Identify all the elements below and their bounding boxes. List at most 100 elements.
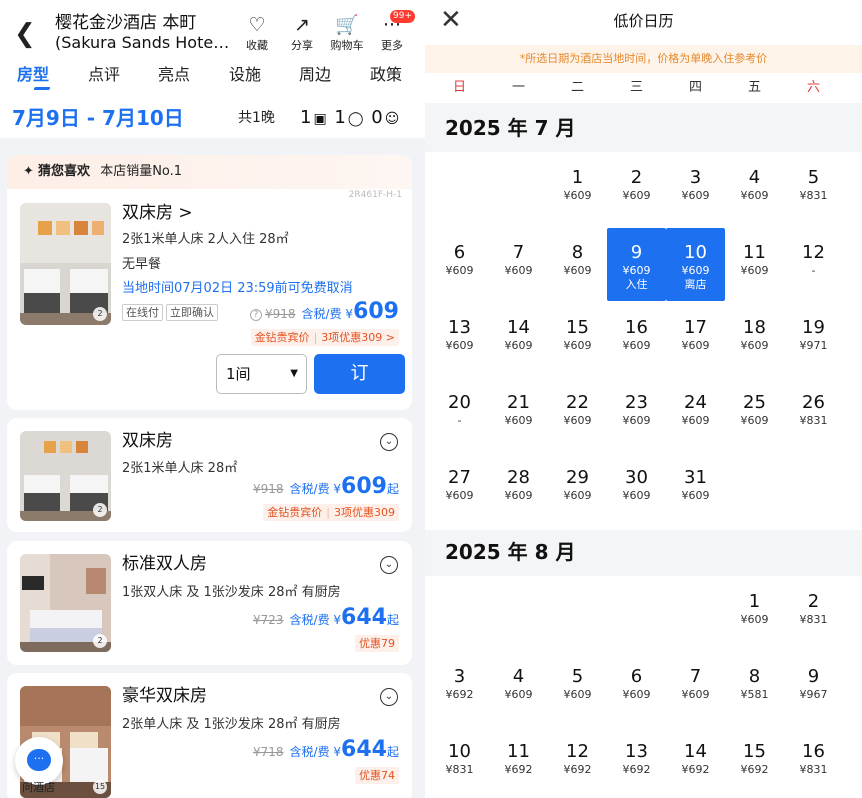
- favorite-button[interactable]: ♡ 收藏: [239, 14, 275, 54]
- discount-info[interactable]: 优惠79: [355, 635, 399, 652]
- tab-facilities[interactable]: 设施: [229, 64, 261, 86]
- calendar-day[interactable]: 4 ¥609: [489, 652, 548, 725]
- room-price: ¥718 含税/费 ¥644起: [253, 737, 399, 762]
- tab-reviews[interactable]: 点评: [88, 64, 120, 86]
- chevron-down-icon[interactable]: ⌄: [380, 433, 398, 451]
- calendar-day-selected[interactable]: 9 ¥609 入住: [607, 228, 666, 301]
- calendar-day[interactable]: 4 ¥609: [725, 153, 784, 226]
- calendar-day[interactable]: 26 ¥831: [784, 378, 843, 451]
- calendar-day[interactable]: 17 ¥609: [666, 303, 725, 376]
- calendar-day[interactable]: 10 ¥831: [430, 727, 489, 798]
- calendar-day[interactable]: 6 ¥609: [430, 228, 489, 301]
- hotel-name: 樱花金沙酒店 本町: [55, 13, 197, 33]
- cart-button[interactable]: 🛒 购物车: [329, 14, 365, 54]
- calendar-day[interactable]: 1 ¥609: [548, 153, 607, 226]
- day-number: 7: [689, 666, 702, 687]
- adult-count: 1: [334, 107, 346, 128]
- calendar-day[interactable]: 18 ¥609: [725, 303, 784, 376]
- stay-dates[interactable]: 7月9日 - 7月10日: [12, 104, 184, 132]
- promo-label[interactable]: 金钻贵宾价 | 3项优惠309: [263, 504, 399, 521]
- calendar-day[interactable]: 16 ¥831: [784, 727, 843, 798]
- ask-hotel-label: 问酒店: [22, 781, 55, 794]
- day-tag: 离店: [684, 278, 707, 291]
- day-number: 14: [507, 317, 530, 338]
- calendar-day[interactable]: 20-: [430, 378, 489, 451]
- book-button[interactable]: 订: [314, 354, 405, 394]
- room-name[interactable]: 标准双人房: [122, 553, 207, 575]
- tab-rooms[interactable]: 房型: [17, 64, 49, 86]
- calendar-day[interactable]: 3 ¥609: [666, 153, 725, 226]
- calendar-day[interactable]: 12-: [784, 228, 843, 301]
- calendar-day[interactable]: 1 ¥609: [725, 577, 784, 650]
- tab-policies[interactable]: 政策: [370, 64, 402, 86]
- room-card[interactable]: 2 双床房 ⌄ 2张1米单人床 28㎡ ¥918 含税/费 ¥609起 金钻贵宾价…: [7, 418, 412, 532]
- guest-selector[interactable]: 1 ▣ 1 ◯ 0 ☺: [300, 105, 401, 132]
- calendar-day[interactable]: 12 ¥692: [548, 727, 607, 798]
- back-arrow-icon[interactable]: ❮: [14, 20, 38, 48]
- promo-label[interactable]: 金钻贵宾价 | 3项优惠309 >: [250, 329, 399, 346]
- calendar-day[interactable]: 8 ¥609: [548, 228, 607, 301]
- share-button[interactable]: ↗ 分享: [284, 14, 320, 54]
- calendar-day[interactable]: 8 ¥581: [725, 652, 784, 725]
- calendar-day[interactable]: 25 ¥609: [725, 378, 784, 451]
- calendar-day[interactable]: 5 ¥609: [548, 652, 607, 725]
- tab-nearby[interactable]: 周边: [299, 64, 331, 86]
- calendar-day[interactable]: 30 ¥609: [607, 453, 666, 526]
- day-price: ¥609: [681, 339, 710, 352]
- calendar-day[interactable]: 9 ¥967: [784, 652, 843, 725]
- calendar-day[interactable]: 13 ¥692: [607, 727, 666, 798]
- room-photo[interactable]: 2: [20, 554, 111, 652]
- calendar-day[interactable]: 31 ¥609: [666, 453, 725, 526]
- day-price: ¥609: [445, 339, 474, 352]
- room-code: 2R461F-H-1: [348, 190, 402, 200]
- price-value: 609: [341, 474, 387, 499]
- calendar-day[interactable]: 7 ¥609: [489, 228, 548, 301]
- calendar-day[interactable]: 7 ¥609: [666, 652, 725, 725]
- calendar-day[interactable]: 6 ¥609: [607, 652, 666, 725]
- calendar-day[interactable]: 14 ¥692: [666, 727, 725, 798]
- calendar-day[interactable]: 11 ¥609: [725, 228, 784, 301]
- day-number: 9: [807, 666, 820, 687]
- calendar-day[interactable]: 15 ¥609: [548, 303, 607, 376]
- day-number: 13: [625, 741, 648, 762]
- currency: ¥: [333, 482, 342, 496]
- calendar-day[interactable]: 2 ¥831: [784, 577, 843, 650]
- room-photo[interactable]: 2: [20, 203, 111, 325]
- room-card-featured[interactable]: ✦ 猜您喜欢 本店销量No.1 2R461F-H-1 2 双床房 > 2张1米单…: [7, 155, 412, 410]
- room-photo[interactable]: 2: [20, 431, 111, 521]
- discount-info[interactable]: 优惠74: [355, 767, 399, 784]
- photo-count: 2: [93, 634, 107, 648]
- calendar-day[interactable]: 14 ¥609: [489, 303, 548, 376]
- calendar-day[interactable]: 16 ¥609: [607, 303, 666, 376]
- room-card[interactable]: 2 标准双人房 ⌄ 1张双人床 及 1张沙发床 28㎡ 有厨房 ¥723 含税/费…: [7, 541, 412, 665]
- calendar-day[interactable]: 5 ¥831: [784, 153, 843, 226]
- calendar-day[interactable]: 21 ¥609: [489, 378, 548, 451]
- calendar-day[interactable]: 24 ¥609: [666, 378, 725, 451]
- room-name[interactable]: 豪华双床房: [122, 685, 207, 707]
- room-quantity-select[interactable]: 1间 ▼: [216, 354, 307, 394]
- calendar-day[interactable]: 27 ¥609: [430, 453, 489, 526]
- calendar-day[interactable]: 22 ¥609: [548, 378, 607, 451]
- calendar-day[interactable]: 29 ¥609: [548, 453, 607, 526]
- question-icon[interactable]: ?: [250, 308, 262, 321]
- month-grid-july: 1 ¥609 2 ¥609 3 ¥609 4 ¥609 5 ¥831 6 ¥609 7 ¥609 8 ¥609…: [425, 152, 862, 530]
- room-name[interactable]: 双床房 >: [122, 202, 193, 224]
- tab-highlights[interactable]: 亮点: [158, 64, 190, 86]
- calendar-day[interactable]: 3 ¥692: [430, 652, 489, 725]
- currency: ¥: [333, 613, 342, 627]
- calendar-day[interactable]: 23 ¥609: [607, 378, 666, 451]
- calendar-day[interactable]: 28 ¥609: [489, 453, 548, 526]
- calendar-day-selected[interactable]: 10 ¥609 离店: [666, 228, 725, 301]
- calendar-day[interactable]: 11 ¥692: [489, 727, 548, 798]
- room-name[interactable]: 双床房: [122, 430, 173, 452]
- calendar-day[interactable]: 2 ¥609: [607, 153, 666, 226]
- ask-hotel-button[interactable]: ···: [15, 737, 63, 785]
- chevron-down-icon[interactable]: ⌄: [380, 556, 398, 574]
- calendar-day[interactable]: 19 ¥971: [784, 303, 843, 376]
- chevron-down-icon[interactable]: ⌄: [380, 688, 398, 706]
- calendar-day[interactable]: 13 ¥609: [430, 303, 489, 376]
- day-number: 23: [625, 392, 648, 413]
- calendar-day[interactable]: 15 ¥692: [725, 727, 784, 798]
- day-price: ¥609: [622, 189, 651, 202]
- room-card[interactable]: 15 豪华双床房 ⌄ 2张单人床 及 1张沙发床 28㎡ 有厨房 ¥718 含税/…: [7, 673, 412, 798]
